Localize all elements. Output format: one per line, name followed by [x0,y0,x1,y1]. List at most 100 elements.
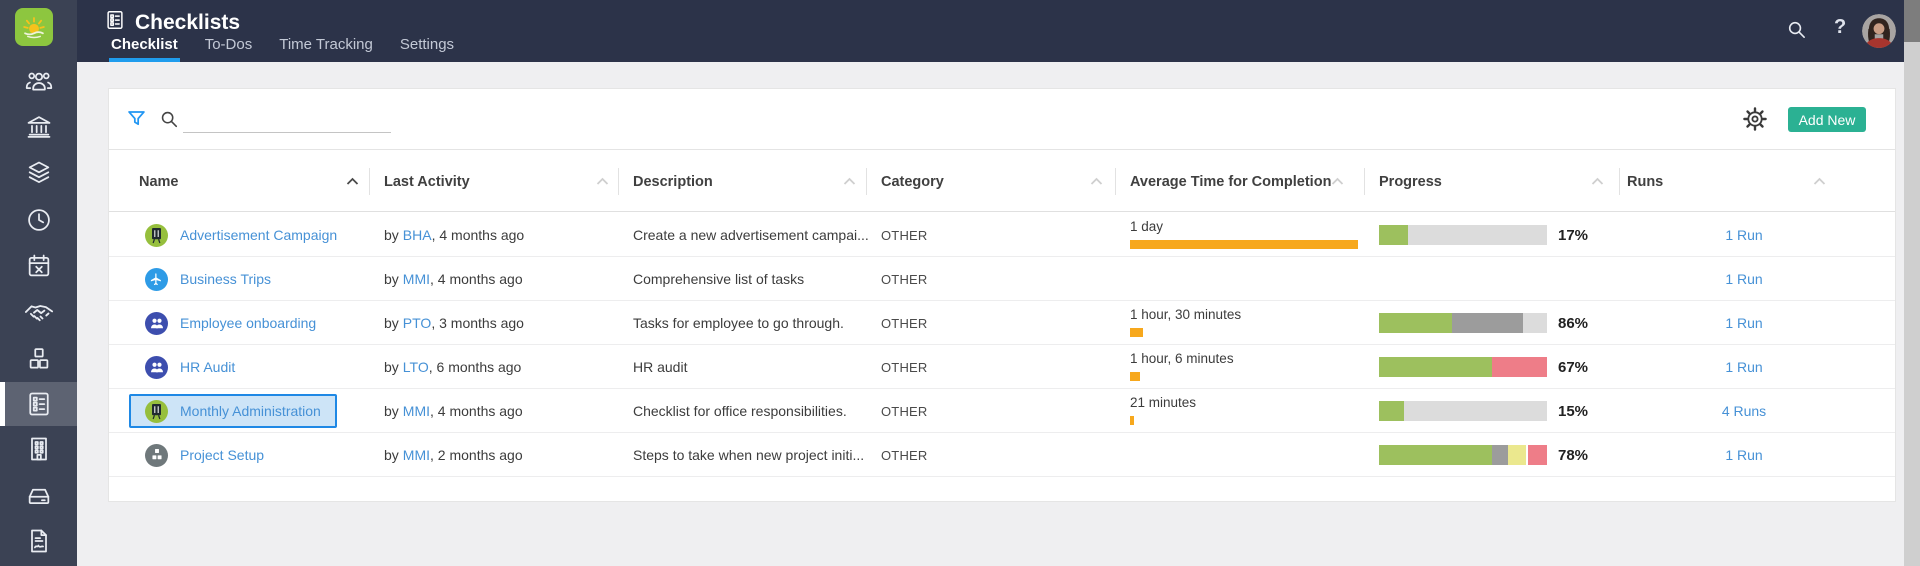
progress-percent: 78% [1558,433,1588,477]
tab-bar: Checklist To-Dos Time Tracking Settings [111,36,454,62]
scrollbar-thumb[interactable] [1904,0,1920,42]
checklist-name-cell[interactable]: Employee onboarding [145,301,316,345]
table-search-icon[interactable] [159,109,179,134]
progress-segment-yellow [1508,445,1526,465]
activity-prefix: by [384,359,399,375]
column-header-activity[interactable]: Last Activity [384,150,470,213]
checklist-name-cell[interactable]: Advertisement Campaign [145,213,337,257]
contract-icon [25,527,53,555]
table-row[interactable]: Business TripsbyMMI, 4 months agoCompreh… [109,257,1895,301]
last-activity-cell: byMMI, 4 months ago [384,257,523,301]
sort-caret-active[interactable] [346,177,359,186]
sidebar-item-storage[interactable] [0,473,77,517]
runs-link[interactable]: 1 Run [1725,359,1762,375]
sidebar-item-calendar[interactable] [0,244,77,288]
sidebar-item-checklists[interactable] [0,382,77,426]
tab-time-tracking[interactable]: Time Tracking [279,36,373,62]
people-icon [145,312,168,335]
sidebar-item-people[interactable] [0,60,77,104]
activity-time: , 4 months ago [430,403,523,419]
sidebar-item-time[interactable] [0,198,77,242]
checklist-name-cell[interactable]: Project Setup [145,433,264,477]
page-title-text: Checklists [135,11,240,35]
page-title: Checklists [104,9,240,37]
sort-caret[interactable] [1813,177,1826,186]
user-avatar[interactable] [1862,14,1896,48]
user-link[interactable]: LTO [403,359,429,375]
checklist-icon [25,390,53,418]
help-icon[interactable]: ? [1834,16,1846,39]
runs-link[interactable]: 4 Runs [1722,403,1766,419]
sidebar-item-company[interactable] [0,427,77,471]
table-row[interactable]: Project SetupbyMMI, 2 months agoSteps to… [109,433,1895,477]
runs-cell: 1 Run [1619,213,1869,257]
user-link[interactable]: MMI [403,447,430,463]
tab-checklist[interactable]: Checklist [111,36,178,62]
runs-cell: 4 Runs [1619,389,1869,433]
checklist-name-cell[interactable]: Monthly Administration [129,394,337,428]
checklist-name-link[interactable]: Project Setup [180,447,264,463]
sort-caret[interactable] [1591,177,1604,186]
sidebar-item-organization[interactable] [0,105,77,149]
avg-time-cell: 21 minutes [1130,389,1196,433]
clock-icon [25,206,53,234]
sidebar-item-layers[interactable] [0,151,77,195]
filter-icon[interactable] [126,108,147,134]
progress-segment-red [1492,357,1547,377]
handshake-icon [24,297,54,327]
app-logo[interactable] [15,8,53,46]
category-cell: OTHER [881,345,928,389]
sort-caret[interactable] [1331,177,1344,186]
avg-time-bar [1130,328,1143,337]
column-header-runs[interactable]: Runs [1627,150,1663,213]
table-row[interactable]: Advertisement CampaignbyBHA, 4 months ag… [109,213,1895,257]
search-icon[interactable] [1786,19,1807,45]
runs-link[interactable]: 1 Run [1725,315,1762,331]
gear-icon[interactable] [1742,106,1768,137]
user-link[interactable]: MMI [403,403,430,419]
sort-caret[interactable] [1090,177,1103,186]
add-new-button[interactable]: Add New [1788,107,1866,132]
billboard-icon [145,400,168,423]
table-row[interactable]: Employee onboardingbyPTO, 3 months agoTa… [109,301,1895,345]
sort-caret[interactable] [843,177,856,186]
user-link[interactable]: BHA [403,227,432,243]
column-header-description[interactable]: Description [633,150,713,213]
runs-link[interactable]: 1 Run [1725,227,1762,243]
progress-percent: 86% [1558,301,1588,345]
search-input[interactable] [183,105,391,133]
sidebar-item-packages[interactable] [0,337,77,381]
user-link[interactable]: PTO [403,315,432,331]
progress-bar [1379,401,1547,421]
table-row[interactable]: Monthly Administration byMMI, 4 months ag… [109,389,1895,433]
top-bar: Checklists Checklist To-Dos Time Trackin… [0,0,1904,62]
runs-link[interactable]: 1 Run [1725,271,1762,287]
user-link[interactable]: MMI [403,271,430,287]
checklist-name-cell[interactable]: Business Trips [145,257,271,301]
column-header-category[interactable]: Category [881,150,944,213]
progress-segment-green [1379,313,1452,333]
column-header-name[interactable]: Name [139,150,179,213]
sidebar-item-contracts[interactable] [0,519,77,563]
progress-percent: 67% [1558,345,1588,389]
sort-caret[interactable] [596,177,609,186]
checklist-name-link[interactable]: HR Audit [180,359,235,375]
tab-to-dos[interactable]: To-Dos [205,36,253,62]
sidebar-item-partners[interactable] [0,290,77,334]
checklist-name-link[interactable]: Monthly Administration [180,403,321,419]
checklist-name-link[interactable]: Employee onboarding [180,315,316,331]
checklist-name-link[interactable]: Advertisement Campaign [180,227,337,243]
column-header-avg-time[interactable]: Average Time for Completion [1130,150,1331,213]
checklist-name-link[interactable]: Business Trips [180,271,271,287]
column-header-progress[interactable]: Progress [1379,150,1442,213]
activity-prefix: by [384,271,399,287]
table-row[interactable]: HR AuditbyLTO, 6 months agoHR auditOTHER… [109,345,1895,389]
column-divider [1115,168,1116,195]
runs-link[interactable]: 1 Run [1725,447,1762,463]
checklist-name-cell[interactable]: HR Audit [145,345,235,389]
page-scrollbar[interactable] [1904,0,1920,566]
description-cell: Checklist for office responsibilities. [633,389,847,433]
last-activity-cell: byMMI, 4 months ago [384,389,523,433]
category-cell: OTHER [881,433,928,477]
tab-settings[interactable]: Settings [400,36,454,62]
